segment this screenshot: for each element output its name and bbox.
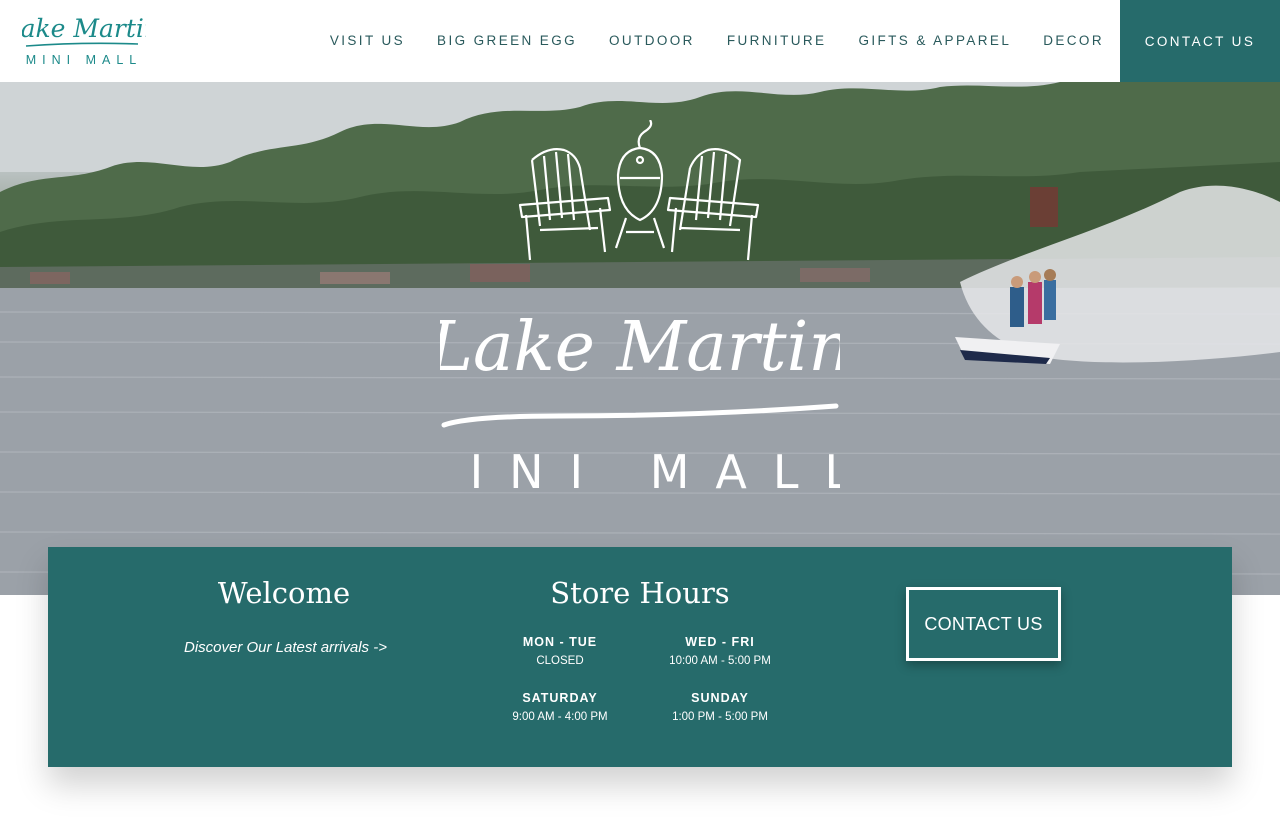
site-header: Lake Martin MINI MALL VISIT US BIG GREEN… bbox=[0, 0, 1280, 82]
logo-swash bbox=[25, 42, 139, 47]
nav-decor[interactable]: DECOR bbox=[1043, 33, 1104, 48]
nav-contact-button[interactable]: CONTACT US bbox=[1120, 0, 1280, 82]
hours-saturday: SATURDAY 9:00 AM - 4:00 PM bbox=[485, 691, 635, 723]
nav-visit-us[interactable]: VISIT US bbox=[330, 33, 405, 48]
info-panel: Welcome Discover Our Latest arrivals -> … bbox=[48, 547, 1232, 767]
nav-outdoor[interactable]: OUTDOOR bbox=[609, 33, 695, 48]
hero-title-sub: MINI MALL bbox=[440, 445, 840, 499]
day-label: SUNDAY bbox=[691, 691, 749, 705]
contact-us-button[interactable]: CONTACT US bbox=[906, 587, 1061, 661]
hero-banner: Lake Martin MINI MALL bbox=[0, 82, 1280, 595]
main-nav: VISIT US BIG GREEN EGG OUTDOOR FURNITURE… bbox=[298, 0, 1104, 80]
hours-sunday: SUNDAY 1:00 PM - 5:00 PM bbox=[645, 691, 795, 723]
nav-furniture[interactable]: FURNITURE bbox=[727, 33, 827, 48]
store-hours-title: Store Hours bbox=[550, 576, 730, 610]
day-hours: 9:00 AM - 4:00 PM bbox=[512, 711, 608, 723]
logo-sub-text: MINI MALL bbox=[26, 53, 143, 67]
logo-script-text: Lake Martin bbox=[22, 14, 146, 43]
day-label: MON - TUE bbox=[522, 635, 598, 649]
hours-mon-tue: MON - TUE CLOSED bbox=[485, 635, 635, 667]
chairs-grill-icon bbox=[518, 120, 760, 261]
nav-big-green-egg[interactable]: BIG GREEN EGG bbox=[437, 33, 577, 48]
site-logo[interactable]: Lake Martin MINI MALL bbox=[22, 6, 146, 70]
day-hours: 10:00 AM - 5:00 PM bbox=[669, 655, 771, 667]
hours-wed-fri: WED - FRI 10:00 AM - 5:00 PM bbox=[645, 635, 795, 667]
latest-arrivals-link[interactable]: Discover Our Latest arrivals -> bbox=[148, 639, 423, 656]
welcome-title: Welcome bbox=[217, 576, 351, 610]
hero-swash bbox=[441, 403, 839, 428]
hero-logo: Lake Martin MINI MALL bbox=[440, 120, 840, 499]
day-hours: CLOSED bbox=[536, 655, 584, 667]
day-label: SATURDAY bbox=[522, 691, 598, 705]
day-hours: 1:00 PM - 5:00 PM bbox=[672, 711, 768, 723]
nav-gifts-apparel[interactable]: GIFTS & APPAREL bbox=[858, 33, 1011, 48]
hero-title-script: Lake Martin bbox=[440, 308, 840, 387]
day-label: WED - FRI bbox=[685, 635, 755, 649]
